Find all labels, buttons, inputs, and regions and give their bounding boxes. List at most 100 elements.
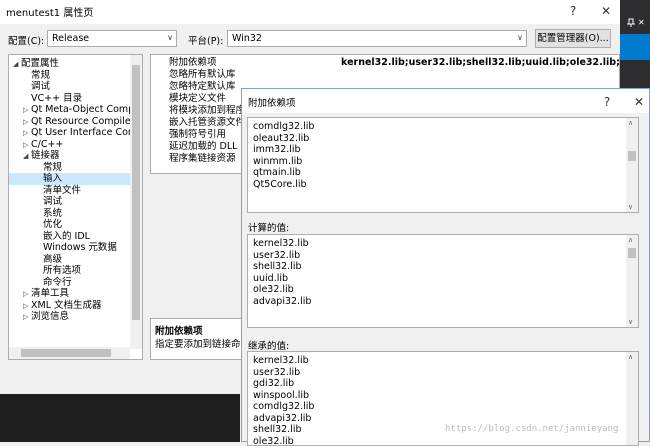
tree-item[interactable]: 调试 [9,196,130,208]
config-manager-button[interactable]: 配置管理器(O)... [535,29,611,48]
tree-item-label: 优化 [43,219,62,230]
evaluated-box-scrollbar[interactable]: ∧∨ [626,235,638,327]
tree-item-label: 嵌入的 IDL [43,231,90,242]
tree-item[interactable]: ▷C/C++ [9,139,130,151]
list-item: qtmain.lib [253,167,301,178]
tree-item[interactable]: 嵌入的 IDL [9,231,130,243]
tree-item[interactable]: 调试 [9,81,130,93]
property-name[interactable]: 程序集链接资源 [169,153,236,164]
property-name[interactable]: 忽略所有默认库 [169,69,236,80]
expander-icon[interactable]: ▷ [23,104,31,116]
platform-select-value: Win32 [232,33,262,44]
additional-dependencies-dialog: 附加依赖项 ? ✕ comdlg32.liboleaut32.libimm32.… [241,88,650,442]
property-name[interactable]: 忽略特定默认库 [169,81,236,92]
tree-item[interactable]: ▷清单工具 [9,288,130,300]
watermark-text: https://blog.csdn.net/jannieyang [445,424,618,434]
close-button[interactable]: ✕ [596,2,616,20]
expander-icon[interactable]: ◢ [13,58,21,70]
dialog-help-button[interactable]: ? [597,93,617,111]
list-item: Qt5Core.lib [253,179,307,190]
tree-item[interactable]: VC++ 目录 [9,93,130,105]
ide-background [0,394,240,442]
tree-item[interactable]: ▷XML 文档生成器 [9,300,130,312]
tree-item-label: 系统 [43,208,62,219]
expander-icon[interactable]: ◢ [23,150,31,162]
tree-item-label: 浏览信息 [31,311,69,322]
list-item: shell32.lib [253,424,302,435]
tree-item-label: 调试 [31,81,50,92]
tree-item-label: 配置属性 [21,58,59,69]
description-panel: 附加依赖项 指定要添加到链接命令 [150,318,242,360]
tree-item[interactable]: 命令行 [9,277,130,289]
tree-item[interactable]: 高级 [9,254,130,266]
dependencies-edit-box[interactable]: comdlg32.liboleaut32.libimm32.libwinmm.l… [247,117,639,213]
platform-select[interactable]: Win32 ∨ [227,30,527,47]
main-title-bar: menutest1 属性页 ? ✕ [0,0,620,24]
tree-item-label: 清单工具 [31,288,69,299]
tree-item[interactable]: Windows 元数据 [9,242,130,254]
list-item: ole32.lib [253,436,294,446]
tree-item[interactable]: ▷Qt User Interface Comp [9,127,130,139]
tree-item[interactable]: 清单文件 [9,185,130,197]
tree-item[interactable]: 输入 [9,173,130,185]
list-item: comdlg32.lib [253,121,314,132]
dialog-title-bar: 附加依赖项 ? ✕ [242,89,649,113]
pin-icon[interactable] [626,18,636,26]
tree-item[interactable]: ◢配置属性 [9,58,130,70]
tree-item-label: 常规 [31,70,50,81]
tree-item[interactable]: ▷浏览信息 [9,311,130,323]
window-title: menutest1 属性页 [6,4,93,19]
additional-dependencies-value[interactable]: kernel32.lib;user32.lib;shell32.lib;uuid… [341,57,620,68]
config-label: 配置(C): [8,33,44,47]
tree-item-label: Qt Meta-Object Compi [31,104,137,115]
list-item: uuid.lib [253,273,288,284]
tree-item-label: 链接器 [31,150,60,161]
tree-item-label: VC++ 目录 [31,93,82,104]
tree-item[interactable]: 常规 [9,162,130,174]
property-name[interactable]: 强制符号引用 [169,129,226,140]
expander-icon[interactable]: ▷ [23,139,31,151]
edit-box-scrollbar[interactable]: ∧∨ [626,118,638,212]
expander-icon[interactable]: ▷ [23,116,31,128]
tree-item[interactable]: 所有选项 [9,265,130,277]
tree-item-label: XML 文档生成器 [31,300,102,311]
expander-icon[interactable]: ▷ [23,288,31,300]
dialog-close-button[interactable]: ✕ [629,93,649,111]
evaluated-values-label: 计算的值: [248,220,289,234]
help-button[interactable]: ? [563,2,583,20]
expander-icon[interactable]: ▷ [23,300,31,312]
inherited-values-label: 继承的值: [248,338,289,352]
ide-tab-highlight [620,34,650,60]
expander-icon[interactable]: ▷ [23,311,31,323]
config-select[interactable]: Release ∨ [47,30,177,47]
property-name[interactable]: 附加依赖项 [169,57,217,68]
tree-item-label: Windows 元数据 [43,242,117,253]
property-name[interactable]: 嵌入托管资源文件 [169,117,245,128]
tree-item[interactable]: ▷Qt Meta-Object Compi [9,104,130,116]
tree-vertical-scrollbar[interactable] [130,55,142,349]
tree-item[interactable]: ▷Qt Resource Compiler [9,116,130,128]
tree-item[interactable]: 系统 [9,208,130,220]
tree-item[interactable]: 优化 [9,219,130,231]
tree-horizontal-scrollbar[interactable] [9,347,130,359]
property-tree[interactable]: ◢配置属性常规调试VC++ 目录▷Qt Meta-Object Compi▷Qt… [8,54,143,360]
tree-item-label: 常规 [43,162,62,173]
close-icon[interactable]: ✕ [638,18,645,27]
tree-item[interactable]: ◢链接器 [9,150,130,162]
tree-item-label: 调试 [43,196,62,207]
list-item: kernel32.lib [253,355,309,366]
list-item: ole32.lib [253,284,294,295]
property-name[interactable]: 模块定义文件 [169,93,226,104]
list-item: imm32.lib [253,144,301,155]
tree-item-label: C/C++ [31,139,63,150]
tree-item-label: Qt Resource Compiler [31,116,135,127]
property-name[interactable]: 延迟加载的 DLL [169,141,237,152]
tree-item-label: 高级 [43,254,62,265]
list-item: winmm.lib [253,156,302,167]
list-item: oleaut32.lib [253,133,309,144]
expander-icon[interactable]: ▷ [23,127,31,139]
inherited-box-scrollbar[interactable]: ∧ [626,352,638,445]
description-title: 附加依赖项 [155,323,203,337]
tree-item[interactable]: 常规 [9,70,130,82]
tree-item-label: 清单文件 [43,185,81,196]
